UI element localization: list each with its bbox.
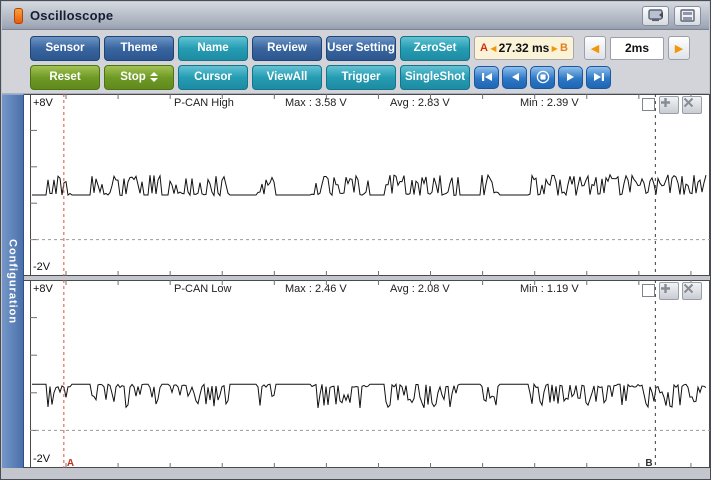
- skip-to-end-icon: [593, 72, 605, 82]
- toolbar-row-2: Reset Stop Cursor ViewAll Trigger Single…: [30, 64, 709, 90]
- window-title: Oscilloscope: [30, 8, 113, 23]
- channel-select-checkbox[interactable]: [642, 284, 655, 297]
- step-back-icon: [510, 72, 520, 82]
- channel-close-button[interactable]: [682, 282, 702, 300]
- configuration-tab[interactable]: Configuration: [2, 94, 24, 468]
- stop-playback-icon: [536, 70, 550, 84]
- voltage-min-label: -2V: [33, 453, 50, 465]
- trigger-button[interactable]: Trigger: [326, 65, 396, 90]
- step-forward-button[interactable]: [558, 66, 583, 89]
- timebase-value[interactable]: 2ms: [610, 37, 664, 60]
- tile-windows-button[interactable]: [674, 6, 701, 26]
- stop-button[interactable]: Stop: [104, 65, 174, 90]
- cursor-b-label: B: [560, 42, 568, 54]
- stat-max: Max : 2.46 V: [285, 283, 347, 295]
- timebase-decrease-button[interactable]: ◀: [584, 36, 606, 60]
- channel-select-checkbox[interactable]: [642, 98, 655, 111]
- stat-max: Max : 3.58 V: [285, 97, 347, 109]
- plus-icon: [660, 97, 671, 108]
- stop-playback-button[interactable]: [530, 66, 555, 89]
- content-area: Configuration +8V P-CAN High Max : 3.58 …: [2, 94, 711, 468]
- channel-panels: +8V P-CAN High Max : 3.58 V Avg : 2.83 V…: [24, 94, 711, 468]
- cursor-a-arrow-icon: ◀: [490, 44, 496, 53]
- channel-name: P-CAN High: [174, 97, 234, 109]
- stat-avg: Avg : 2.08 V: [390, 283, 450, 295]
- singleshot-button[interactable]: SingleShot: [400, 65, 470, 90]
- cursor-a-label: A: [480, 42, 488, 54]
- skip-to-start-icon: [481, 72, 493, 82]
- cursor-b-arrow-icon: ▶: [552, 44, 558, 53]
- stat-min: Min : 1.19 V: [520, 283, 579, 295]
- spinner-icon: [150, 72, 158, 82]
- timebase-increase-button[interactable]: ▶: [668, 36, 690, 60]
- channel-panel-pcan-low: AB +8V P-CAN Low Max : 2.46 V Avg : 2.08…: [24, 280, 711, 468]
- reset-button[interactable]: Reset: [30, 65, 100, 90]
- viewall-button[interactable]: ViewAll: [252, 65, 322, 90]
- voltage-min-label: -2V: [33, 261, 50, 273]
- review-button[interactable]: Review: [252, 36, 322, 61]
- voltage-max-label: +8V: [33, 283, 53, 295]
- channel-name: P-CAN Low: [174, 283, 231, 295]
- channel-close-button[interactable]: [682, 96, 702, 114]
- sensor-button[interactable]: Sensor: [30, 36, 100, 61]
- plus-icon: [660, 283, 671, 294]
- skip-to-start-button[interactable]: [474, 66, 499, 89]
- oscilloscope-window: Oscilloscope Sensor Theme N: [0, 0, 711, 480]
- name-button[interactable]: Name: [178, 36, 248, 61]
- close-icon: [683, 283, 694, 294]
- toolbar: Sensor Theme Name Review User Setting Ze…: [2, 30, 709, 94]
- voltage-max-label: +8V: [33, 97, 53, 109]
- channel-panel-pcan-high: +8V P-CAN High Max : 3.58 V Avg : 2.83 V…: [24, 94, 711, 276]
- close-icon: [683, 97, 694, 108]
- step-back-button[interactable]: [502, 66, 527, 89]
- user-setting-button[interactable]: User Setting: [326, 36, 396, 61]
- cursor-button[interactable]: Cursor: [178, 65, 248, 90]
- tile-windows-icon: [680, 9, 695, 22]
- theme-button[interactable]: Theme: [104, 36, 174, 61]
- skip-to-end-button[interactable]: [586, 66, 611, 89]
- cursor-a-marker: A: [67, 458, 74, 468]
- stat-avg: Avg : 2.83 V: [390, 97, 450, 109]
- step-forward-icon: [566, 72, 576, 82]
- waveform-plot-pcan-high: [24, 94, 711, 276]
- waveform-plot-pcan-low: AB: [24, 280, 711, 468]
- stop-button-label: Stop: [120, 71, 146, 83]
- app-icon: [14, 8, 23, 24]
- titlebar: Oscilloscope: [2, 2, 709, 30]
- toolbar-row-1: Sensor Theme Name Review User Setting Ze…: [30, 35, 709, 61]
- channel-expand-button[interactable]: [659, 96, 679, 114]
- cursor-b-marker: B: [645, 458, 652, 468]
- configuration-tab-label: Configuration: [7, 239, 19, 324]
- channel-expand-button[interactable]: [659, 282, 679, 300]
- screen-capture-icon: [648, 9, 664, 22]
- zeroset-button[interactable]: ZeroSet: [400, 36, 470, 61]
- screen-capture-button[interactable]: [642, 6, 669, 26]
- cursor-delta-value: 27.32 ms: [499, 41, 550, 55]
- stat-min: Min : 2.39 V: [520, 97, 579, 109]
- titlebar-buttons: [642, 6, 701, 26]
- cursor-time-display: A ◀ 27.32 ms ▶ B: [474, 36, 574, 60]
